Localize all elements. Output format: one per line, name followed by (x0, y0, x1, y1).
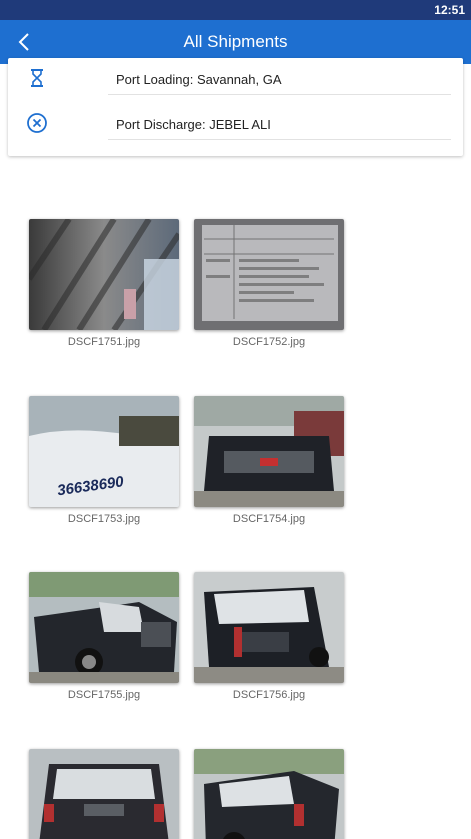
status-bar: 12:51 (0, 0, 471, 20)
photo-item[interactable] (29, 749, 179, 839)
photo-filename: DSCF1751.jpg (67, 336, 141, 348)
port-loading-text: Port Loading: Savannah, GA (108, 65, 451, 95)
photo-item[interactable]: DSCF1752.jpg (194, 219, 344, 348)
photo-thumbnail[interactable]: 36638690 (29, 396, 179, 507)
photo-filename: DSCF1756.jpg (232, 689, 306, 701)
shipment-details-card: Port Loading: Savannah, GA Port Discharg… (8, 58, 463, 156)
photo-thumbnail[interactable] (194, 749, 344, 839)
photo-item[interactable]: DSCF1751.jpg (29, 219, 179, 348)
photo-thumbnail[interactable] (194, 219, 344, 330)
photo-thumbnail[interactable] (29, 572, 179, 683)
photo-item[interactable]: DSCF1754.jpg (194, 396, 344, 525)
photo-thumbnail[interactable] (29, 219, 179, 330)
photo-item[interactable]: 36638690 DSCF1753.jpg (29, 396, 179, 525)
status-time: 12:51 (434, 3, 465, 17)
photo-filename: DSCF1755.jpg (67, 689, 141, 701)
photo-item[interactable] (194, 749, 344, 839)
photo-thumbnail[interactable] (194, 572, 344, 683)
photo-filename: DSCF1754.jpg (232, 513, 306, 525)
photo-thumbnail[interactable] (194, 396, 344, 507)
photo-thumbnail[interactable] (29, 749, 179, 839)
port-discharge-row: Port Discharge: JEBEL ALI (8, 103, 463, 148)
photo-filename: DSCF1753.jpg (67, 513, 141, 525)
page-title: All Shipments (183, 32, 288, 51)
photo-item[interactable]: DSCF1756.jpg (194, 572, 344, 701)
port-discharge-text: Port Discharge: JEBEL ALI (108, 110, 451, 140)
photo-filename: DSCF1752.jpg (232, 336, 306, 348)
photo-item[interactable]: DSCF1755.jpg (29, 572, 179, 701)
hourglass-icon (31, 69, 43, 87)
port-loading-row: Port Loading: Savannah, GA (8, 58, 463, 103)
cancel-circle-icon (27, 113, 47, 133)
